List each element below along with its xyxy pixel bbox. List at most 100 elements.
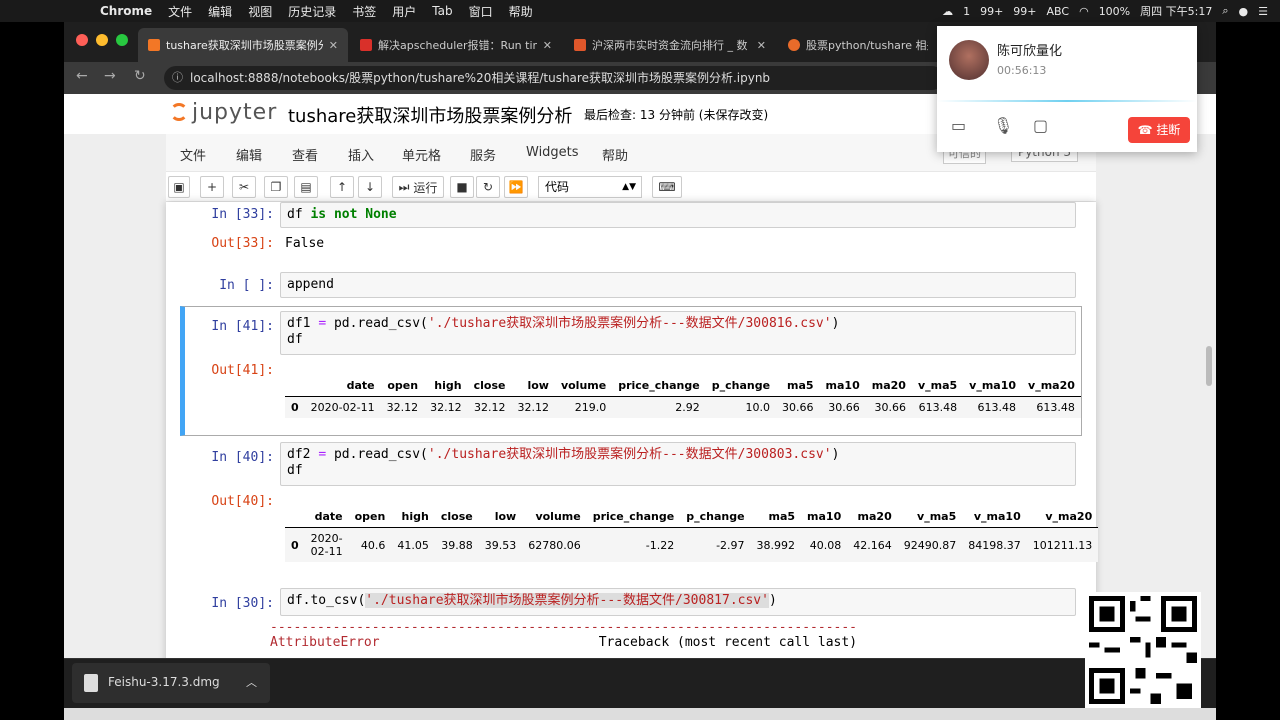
mac-menu-people[interactable]: 用户 [392,3,416,20]
select-caret-icon: ▲▼ [622,182,636,192]
copy-icon: ❐ [270,180,282,194]
hangup-button[interactable]: ☎ 挂断 [1128,117,1190,143]
column-header: open [387,379,419,392]
plus-icon: + [206,180,218,194]
menu-cell[interactable]: 单元格 [402,145,441,164]
code-cell-40[interactable]: In [40]: df2 = pd.read_csv('./tushare获取深… [180,442,1099,576]
code-cell-blank[interactable]: In [ ]: append [180,270,1082,302]
tab-tushare-search[interactable]: 股票python/tushare 相关证 [778,28,938,62]
save-button[interactable]: ▣ [168,176,190,198]
code-input[interactable]: append [280,272,1076,298]
url-input[interactable]: ⓘ localhost:8888/notebooks/股票python/tush… [164,66,944,90]
column-header: high [434,379,462,392]
menu-insert[interactable]: 插入 [348,145,374,164]
column-header: v_ma5 [917,379,958,392]
back-icon[interactable]: ← [76,68,88,84]
code-input[interactable]: df.to_csv('./tushare获取深圳市场股票案例分析---数据文件/… [280,588,1076,616]
mac-menu-help[interactable]: 帮助 [509,3,533,20]
mac-menu-edit[interactable]: 编辑 [208,3,232,20]
scrollbar-thumb[interactable] [1206,346,1212,386]
site-favicon-icon [574,39,586,51]
code-cell-41[interactable]: In [41]: df1 = pd.read_csv('./tushare获取深… [180,306,1082,436]
column-header: open [354,510,386,523]
step-icon: ⏭ [398,179,410,194]
jupyter-logo-text: jupyter [192,100,278,125]
search-icon[interactable]: ⌕ [1222,4,1228,18]
table-cell: 40.6 [360,538,386,552]
menu-view[interactable]: 查看 [292,145,318,164]
menu-file[interactable]: 文件 [180,145,206,164]
clock[interactable]: 周四 下午5:17 [1140,3,1212,19]
reload-icon[interactable]: ↻ [134,68,146,84]
move-up-button[interactable]: ↑ [330,176,354,198]
zoom-window-icon[interactable] [116,34,128,46]
mac-menu-view[interactable]: 视图 [248,3,272,20]
jupyter-logo-icon [170,103,188,121]
code-input[interactable]: df1 = pd.read_csv('./tushare获取深圳市场股票案例分析… [280,311,1076,355]
code-cell-33[interactable]: In [33]: df is not None Out[33]: False [180,202,1082,262]
mic-muted-icon[interactable]: 🎙 [993,116,1017,136]
wechat-icon[interactable]: ☁ [942,5,953,18]
tab-capital-flow[interactable]: 沪深两市实时资金流向排行 _ 数 ✕ [564,28,776,62]
column-header: v_ma10 [973,510,1021,523]
command-palette-button[interactable]: ⌨ [652,176,682,198]
table-row: 0 2020-02-11 40.6 41.05 39.88 39.53 62780.06 -1… [285,527,1099,562]
site-info-icon[interactable]: ⓘ [172,66,183,90]
column-header: low [527,379,549,392]
notify-count-2[interactable]: 99+ [1013,5,1036,18]
siri-icon[interactable]: ● [1239,5,1249,18]
tab-title: 解决apscheduler报错：Run time [378,39,537,52]
menu-edit[interactable]: 编辑 [236,145,262,164]
chat-icon[interactable]: ▭ [951,116,975,136]
download-item[interactable]: Feishu-3.17.3.dmg ︿ [72,663,270,703]
code-input[interactable]: df is not None [280,202,1076,228]
restart-button[interactable]: ↻ [476,176,500,198]
close-tab-icon[interactable]: ✕ [543,39,552,52]
cut-button[interactable]: ✂ [232,176,256,198]
menu-kernel[interactable]: 服务 [470,145,496,164]
output-prompt: Out[41]: [211,363,274,378]
chevron-up-icon[interactable]: ︿ [246,674,257,690]
mac-menu-tab[interactable]: Tab [432,4,452,18]
close-tab-icon[interactable]: ✕ [757,39,766,52]
jupyter-logo[interactable]: jupyter [170,100,277,125]
insert-cell-button[interactable]: + [200,176,224,198]
run-button[interactable]: ⏭ 运行 [392,176,444,198]
restart-run-all-button[interactable]: ⏩ [504,176,528,198]
scissors-icon: ✂ [238,180,250,194]
minimize-window-icon[interactable] [96,34,108,46]
battery-level[interactable]: 100% [1099,5,1130,18]
notify-count-1[interactable]: 99+ [980,5,1003,18]
menu-widgets[interactable]: Widgets [526,145,579,160]
column-header: v_ma20 [1028,379,1075,392]
tab-notebook[interactable]: tushare获取深圳市场股票案例分 ✕ [138,28,348,62]
notebook-title[interactable]: tushare获取深圳市场股票案例分析 [288,102,572,128]
table-cell: 32.12 [517,401,549,414]
mac-menu-history[interactable]: 历史记录 [288,3,336,20]
copy-button[interactable]: ❐ [264,176,288,198]
input-prompt: In [41]: [211,319,274,334]
wifi-icon[interactable]: ◠ [1079,5,1089,18]
mac-menu-window[interactable]: 窗口 [469,3,493,20]
app-name[interactable]: Chrome [100,4,152,18]
move-down-button[interactable]: ↓ [358,176,382,198]
table-cell: 32.12 [386,401,419,414]
interrupt-button[interactable]: ■ [450,176,474,198]
mac-menu-file[interactable]: 文件 [168,3,192,20]
camera-icon[interactable]: ▢ [1033,116,1057,136]
code-input[interactable]: df2 = pd.read_csv('./tushare获取深圳市场股票案例分析… [280,442,1076,486]
mac-menu-bookmarks[interactable]: 书签 [352,3,376,20]
paste-button[interactable]: ▤ [294,176,318,198]
menu-help[interactable]: 帮助 [602,145,628,164]
close-window-icon[interactable] [76,34,88,46]
input-method[interactable]: ABC [1047,5,1070,18]
arrow-up-icon: ↑ [336,180,348,194]
table-cell: -1.22 [645,538,675,552]
cell-type-select[interactable]: 代码 ▲▼ [538,176,642,198]
menu-list-icon[interactable]: ☰ [1258,5,1268,18]
arrow-down-icon: ↓ [364,180,376,194]
forward-icon[interactable]: → [104,68,116,84]
close-tab-icon[interactable]: ✕ [329,39,338,52]
table-cell: 32.12 [473,401,506,414]
tab-apscheduler[interactable]: 解决apscheduler报错：Run time ✕ [350,28,562,62]
